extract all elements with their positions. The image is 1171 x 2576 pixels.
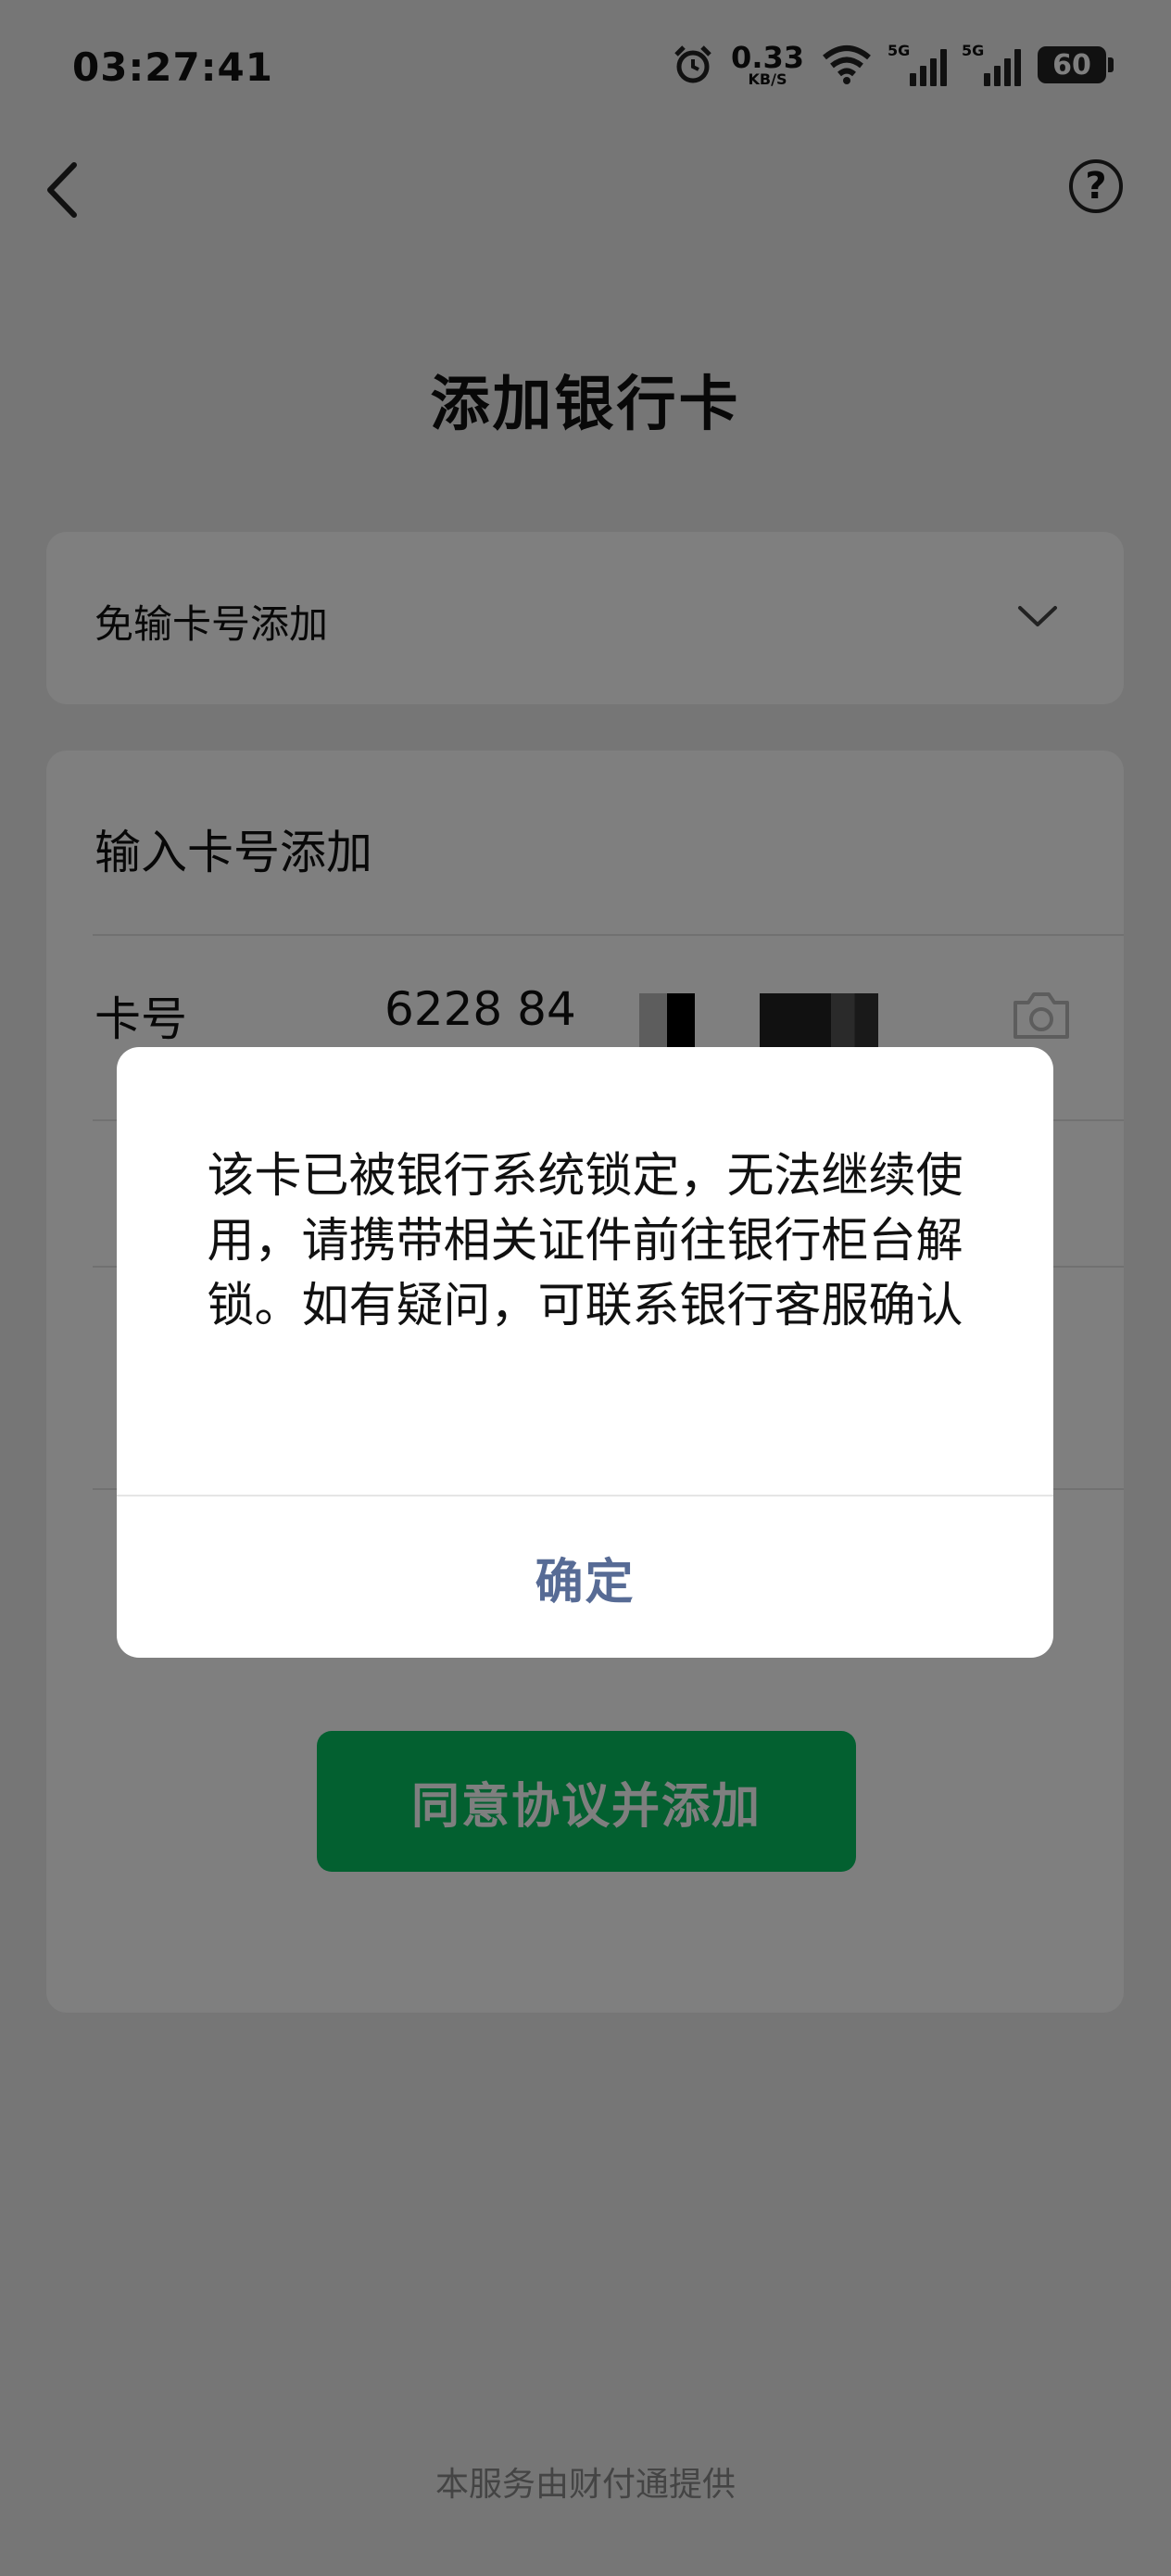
dialog-message: 该卡已被银行系统锁定，无法继续使用，请携带相关证件前往银行柜台解锁。如有疑问，可… [207, 1149, 963, 1333]
confirm-button[interactable]: 确定 [117, 1496, 1053, 1658]
alert-dialog: 该卡已被银行系统锁定，无法继续使用，请携带相关证件前往银行柜台解锁。如有疑问，可… [117, 1047, 1053, 1658]
